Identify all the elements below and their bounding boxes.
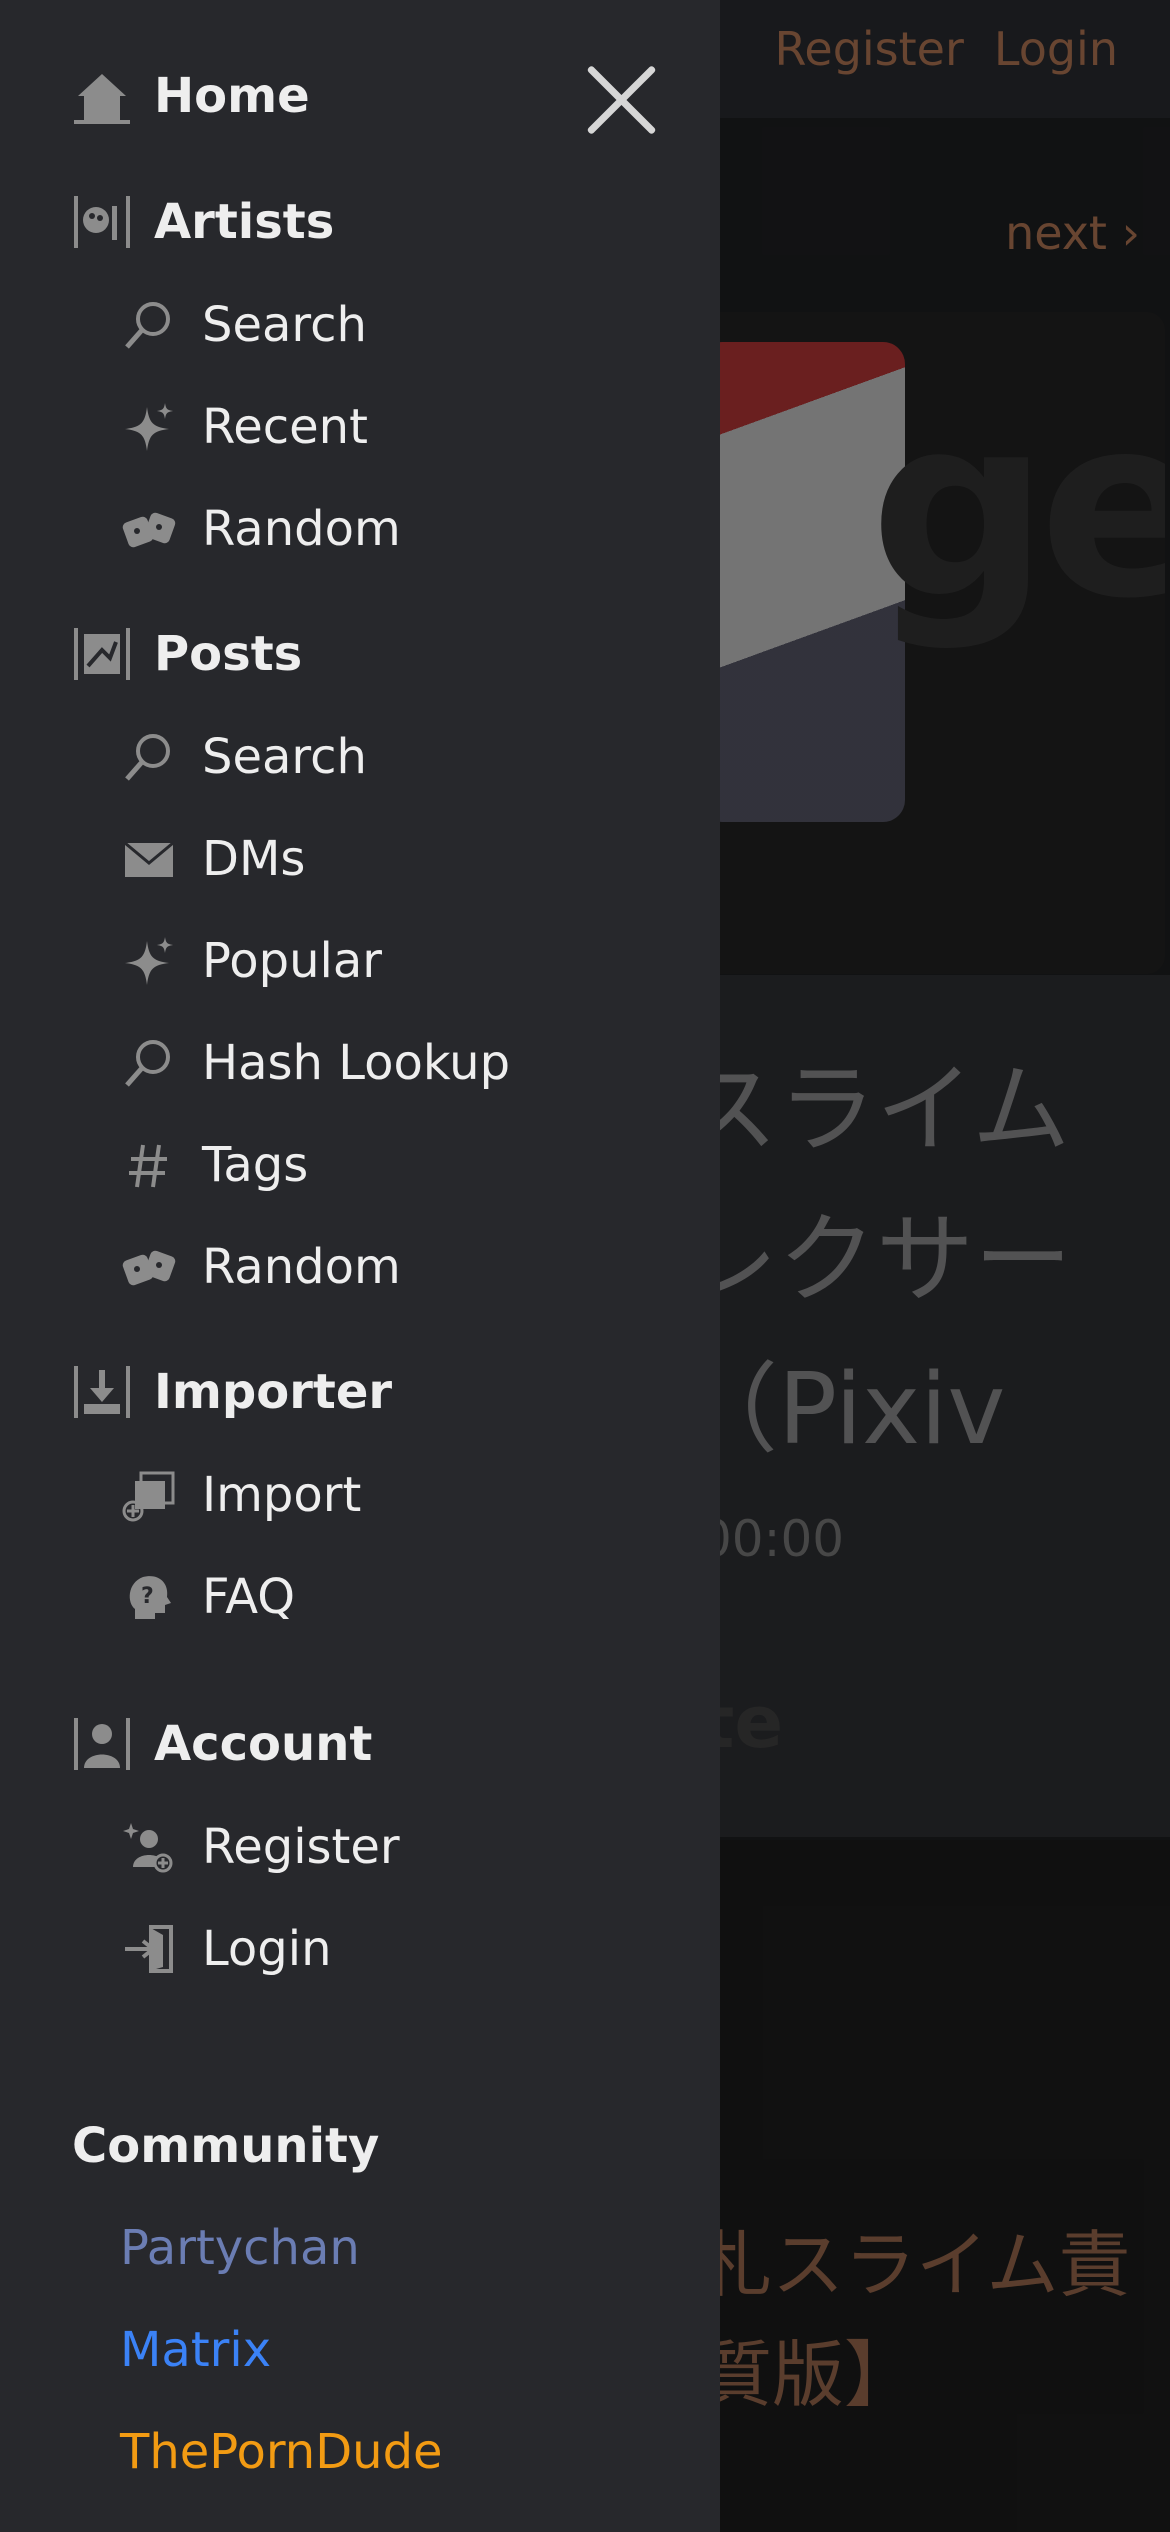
import-icon — [120, 1466, 178, 1524]
community-link-partychan[interactable]: Partychan — [120, 2220, 360, 2276]
importer-faq[interactable]: ? FAQ — [120, 1568, 295, 1626]
question-head-icon: ? — [120, 1568, 178, 1626]
section-importer[interactable]: Importer — [70, 1360, 392, 1424]
posts-hash-lookup[interactable]: Hash Lookup — [120, 1034, 510, 1092]
mail-icon — [120, 830, 178, 888]
posts-random[interactable]: Random — [120, 1238, 401, 1296]
community-link-theporndude[interactable]: ThePornDude — [120, 2424, 443, 2480]
add-user-icon — [120, 1818, 178, 1876]
side-drawer: Home Artists Search Recent Random Posts … — [0, 0, 720, 2532]
artists-search[interactable]: Search — [120, 296, 367, 354]
posts-icon — [70, 622, 134, 686]
dice-icon — [120, 1238, 178, 1296]
community-link-matrix[interactable]: Matrix — [120, 2322, 271, 2378]
posts-dms[interactable]: DMs — [120, 830, 305, 888]
section-posts[interactable]: Posts — [70, 622, 302, 686]
dice-icon — [120, 500, 178, 558]
account-login[interactable]: Login — [120, 1920, 332, 1978]
search-icon — [120, 728, 178, 786]
palette-icon — [70, 190, 134, 254]
home-icon — [70, 64, 134, 128]
search-icon — [120, 296, 178, 354]
posts-search[interactable]: Search — [120, 728, 367, 786]
login-icon — [120, 1920, 178, 1978]
close-icon[interactable] — [582, 62, 658, 138]
account-register[interactable]: Register — [120, 1818, 400, 1876]
posts-tags[interactable]: Tags — [120, 1136, 308, 1194]
nav-home[interactable]: Home — [70, 64, 310, 128]
svg-text:?: ? — [141, 1584, 154, 1609]
section-account[interactable]: Account — [70, 1712, 372, 1776]
hash-icon — [120, 1136, 178, 1194]
sparkle-icon — [120, 932, 178, 990]
artists-recent[interactable]: Recent — [120, 398, 368, 456]
account-icon — [70, 1712, 134, 1776]
import-tray-icon — [70, 1360, 134, 1424]
community-heading: Community — [72, 2118, 380, 2174]
artists-random[interactable]: Random — [120, 500, 401, 558]
posts-popular[interactable]: Popular — [120, 932, 382, 990]
section-artists[interactable]: Artists — [70, 190, 334, 254]
sparkle-icon — [120, 398, 178, 456]
importer-import[interactable]: Import — [120, 1466, 361, 1524]
search-icon — [120, 1034, 178, 1092]
